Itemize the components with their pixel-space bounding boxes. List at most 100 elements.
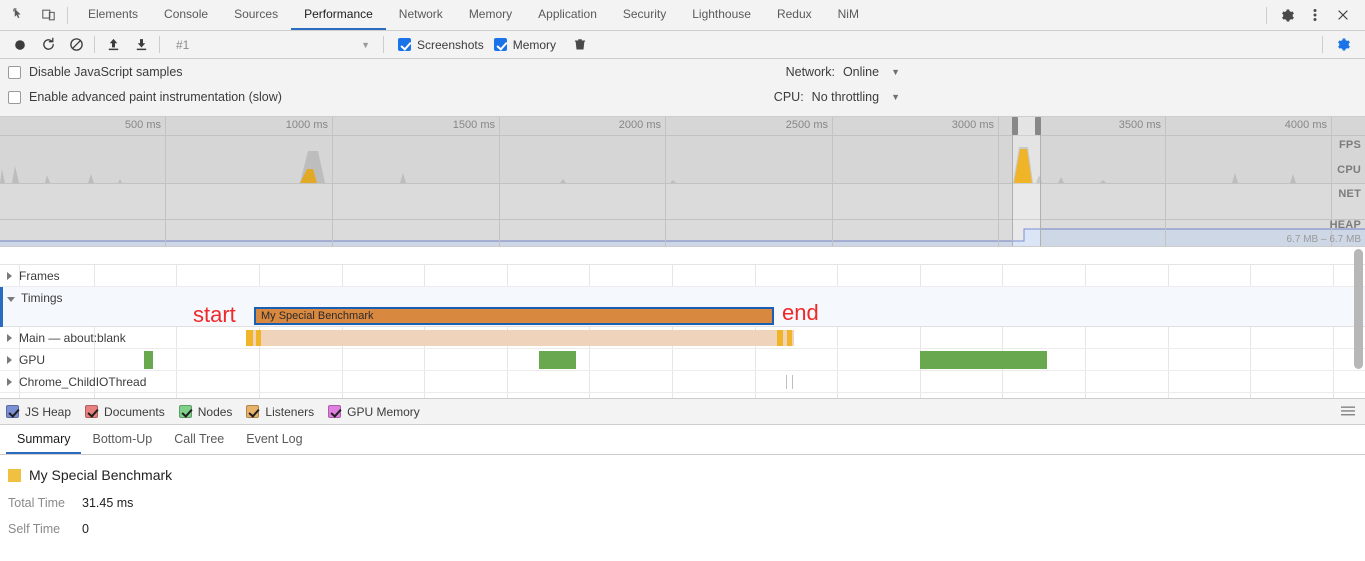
timeline-overview[interactable]: 500 ms 1000 ms 1500 ms 2000 ms 2500 ms 3… bbox=[0, 117, 1365, 247]
overview-window-left-handle[interactable] bbox=[1012, 117, 1018, 135]
flame-chart[interactable]: ms 3060 ms 3065 ms 3070 ms 3075 ms 3080 … bbox=[0, 247, 1365, 399]
device-toolbar-icon[interactable] bbox=[34, 2, 62, 28]
screenshots-checkbox[interactable]: Screenshots bbox=[398, 38, 484, 52]
documents-checkbox-box bbox=[85, 405, 99, 418]
main-activity-tick[interactable] bbox=[256, 330, 261, 346]
capture-settings-pane: Disable JavaScript samples Enable advanc… bbox=[0, 59, 1365, 117]
tab-lighthouse[interactable]: Lighthouse bbox=[679, 0, 764, 30]
overview-label-heap: HEAP bbox=[1329, 219, 1361, 231]
inspect-element-icon[interactable] bbox=[6, 2, 34, 28]
tab-security[interactable]: Security bbox=[610, 0, 679, 30]
chevron-right-icon bbox=[7, 334, 12, 342]
track-main[interactable]: Main — about:blank bbox=[0, 327, 1365, 349]
tab-bottom-up[interactable]: Bottom-Up bbox=[81, 425, 163, 454]
nodes-label: Nodes bbox=[197, 404, 233, 419]
clear-icon[interactable] bbox=[62, 33, 90, 57]
memory-toggle-gpu-memory[interactable]: GPU Memory bbox=[328, 405, 420, 419]
cpu-throttling-select[interactable]: No throttling ▼ bbox=[812, 90, 900, 104]
overview-selection-window[interactable] bbox=[1012, 117, 1041, 246]
tab-memory-label: Memory bbox=[468, 7, 513, 21]
track-gpu[interactable]: GPU bbox=[0, 349, 1365, 371]
benchmark-event-bar[interactable]: My Special Benchmark bbox=[254, 307, 774, 325]
network-throttling-select[interactable]: Online ▼ bbox=[843, 65, 900, 79]
save-profile-icon[interactable] bbox=[127, 33, 155, 57]
listeners-label: Listeners bbox=[265, 404, 315, 419]
track-main-header[interactable]: Main — about:blank bbox=[0, 327, 126, 349]
overview-window-right-handle[interactable] bbox=[1035, 117, 1041, 135]
tab-sources[interactable]: Sources bbox=[221, 0, 291, 30]
close-icon[interactable] bbox=[1329, 2, 1357, 28]
inspect-element-icon-svg bbox=[13, 8, 21, 19]
tab-lighthouse-label: Lighthouse bbox=[692, 7, 751, 21]
record-circle-icon[interactable] bbox=[6, 33, 34, 57]
track-frames-header[interactable]: Frames bbox=[0, 265, 60, 287]
cpu-throttling-value: No throttling bbox=[811, 90, 880, 104]
track-chrome-childiothread-header[interactable]: Chrome_ChildIOThread bbox=[0, 371, 146, 393]
chevron-down-icon: ▼ bbox=[361, 39, 370, 50]
load-profile-icon[interactable] bbox=[99, 33, 127, 57]
tab-memory[interactable]: Memory bbox=[456, 0, 525, 30]
tab-performance[interactable]: Performance bbox=[291, 0, 386, 30]
track-timings[interactable]: Timings My Special Benchmark start end bbox=[0, 287, 1365, 327]
advanced-paint-label: Enable advanced paint instrumentation (s… bbox=[29, 90, 282, 104]
track-timings-header[interactable]: Timings bbox=[0, 287, 63, 309]
tab-event-log[interactable]: Event Log bbox=[235, 425, 313, 454]
memory-toggle-js-heap[interactable]: JS Heap bbox=[6, 405, 71, 419]
memory-toggle-nodes[interactable]: Nodes bbox=[178, 404, 233, 419]
summary-details-pane: My Special Benchmark Total Time 31.45 ms… bbox=[0, 455, 1365, 561]
main-activity-tick[interactable] bbox=[246, 330, 253, 346]
profile-history-dropdown[interactable]: #1 ▼ bbox=[170, 35, 375, 55]
track-chrome-childiothread[interactable]: Chrome_ChildIOThread bbox=[0, 371, 1365, 393]
gpu-task-bar[interactable] bbox=[539, 351, 576, 369]
cpu-throttling-label: CPU: bbox=[773, 90, 804, 104]
io-task-tick[interactable] bbox=[786, 375, 787, 389]
flame-chart-ruler bbox=[0, 247, 1365, 265]
tab-summary[interactable]: Summary bbox=[6, 425, 82, 454]
capture-settings-gear-icon[interactable] bbox=[1329, 33, 1357, 57]
disable-js-samples-checkbox[interactable]: Disable JavaScript samples bbox=[8, 65, 282, 79]
tab-nim[interactable]: NiM bbox=[825, 0, 872, 30]
trash-icon[interactable] bbox=[566, 33, 594, 57]
profile-history-value: #1 bbox=[176, 37, 190, 52]
save-profile-icon-svg bbox=[136, 39, 146, 51]
details-tabbar: Summary Bottom-Up Call Tree Event Log bbox=[0, 425, 1365, 455]
perfbar-right bbox=[1316, 33, 1365, 57]
main-activity-tick[interactable] bbox=[787, 330, 792, 346]
gpu-task-bar[interactable] bbox=[144, 351, 153, 369]
tab-network[interactable]: Network bbox=[386, 0, 456, 30]
tabbar-divider bbox=[67, 6, 68, 24]
memory-checkbox[interactable]: Memory bbox=[493, 38, 556, 52]
memory-toggle-listeners[interactable]: Listeners bbox=[246, 405, 314, 419]
disable-js-samples-label: Disable JavaScript samples bbox=[29, 65, 183, 79]
summary-row-total-time: Total Time 31.45 ms bbox=[8, 496, 1365, 510]
tab-call-tree[interactable]: Call Tree bbox=[163, 425, 235, 454]
memory-toggle-documents[interactable]: Documents bbox=[85, 405, 165, 419]
total-time-key: Total Time bbox=[8, 496, 65, 510]
gear-icon[interactable] bbox=[1273, 2, 1301, 28]
summary-row-self-time: Self Time 0 bbox=[8, 522, 1365, 536]
tab-application[interactable]: Application bbox=[525, 0, 610, 30]
main-activity-bar[interactable] bbox=[246, 330, 794, 346]
tab-elements[interactable]: Elements bbox=[75, 0, 151, 30]
track-gpu-header[interactable]: GPU bbox=[0, 349, 45, 371]
device-toolbar-icon-svg bbox=[41, 9, 55, 21]
tab-redux[interactable]: Redux bbox=[764, 0, 825, 30]
track-frames[interactable]: Frames bbox=[0, 265, 1365, 287]
gpu-task-bar[interactable] bbox=[920, 351, 1047, 369]
overview-heap-range: 6.7 MB – 6.7 MB bbox=[1286, 234, 1361, 245]
main-activity-tick[interactable] bbox=[777, 330, 783, 346]
tab-redux-label: Redux bbox=[776, 7, 812, 21]
self-time-key: Self Time bbox=[8, 522, 61, 536]
tab-console[interactable]: Console bbox=[151, 0, 221, 30]
tab-console-label: Console bbox=[164, 7, 209, 21]
reload-record-icon[interactable] bbox=[34, 33, 62, 57]
toolbar-divider-2 bbox=[159, 36, 160, 53]
hamburger-menu-icon[interactable] bbox=[1341, 405, 1365, 419]
track-frames-label: Frames bbox=[19, 269, 60, 283]
capture-settings-left: Disable JavaScript samples Enable advanc… bbox=[0, 65, 282, 116]
flame-chart-scrollbar[interactable] bbox=[1354, 249, 1363, 369]
io-task-tick[interactable] bbox=[792, 375, 793, 389]
overview-label-net: NET bbox=[1338, 188, 1361, 200]
advanced-paint-checkbox[interactable]: Enable advanced paint instrumentation (s… bbox=[8, 90, 282, 104]
more-vertical-icon[interactable] bbox=[1301, 2, 1329, 28]
